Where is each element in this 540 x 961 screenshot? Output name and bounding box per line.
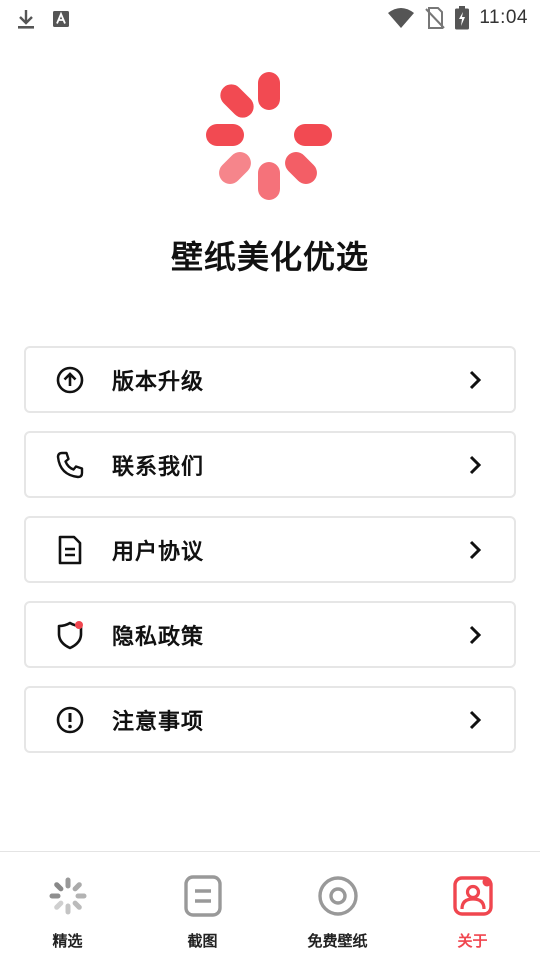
nav-tab-screenshots[interactable]: 截图 xyxy=(135,852,270,961)
status-time: 11:04 xyxy=(479,7,528,28)
nav-tab-free-wallpapers[interactable]: 免费壁纸 xyxy=(270,852,405,961)
chevron-right-icon xyxy=(469,455,482,474)
nav-tab-label: 免费壁纸 xyxy=(307,932,368,950)
spinner-icon xyxy=(49,877,86,915)
alert-circle-icon xyxy=(56,706,84,733)
chevron-right-icon xyxy=(469,710,482,729)
battery-charging-icon xyxy=(455,6,470,30)
menu-item-version-update[interactable]: 版本升级 xyxy=(24,346,516,413)
disc-icon xyxy=(317,876,358,916)
spinner-logo-icon xyxy=(206,72,332,200)
chevron-right-icon xyxy=(469,370,482,389)
nav-tab-label: 截图 xyxy=(187,932,218,950)
chevron-right-icon xyxy=(469,540,482,559)
menu-item-label: 注意事项 xyxy=(112,709,205,735)
menu-item-notes[interactable]: 注意事项 xyxy=(24,686,516,753)
phone-icon xyxy=(56,451,84,478)
chevron-right-icon xyxy=(469,625,482,644)
menu-item-privacy-policy[interactable]: 隐私政策 xyxy=(24,601,516,668)
document-icon xyxy=(58,535,82,564)
download-icon xyxy=(18,10,34,29)
wifi-icon xyxy=(388,8,415,28)
app-title: 壁纸美化优选 xyxy=(170,238,369,276)
menu-item-label: 版本升级 xyxy=(112,369,205,395)
list-box-icon xyxy=(183,875,222,917)
font-a-icon xyxy=(53,11,69,27)
status-bar: 11:04 xyxy=(0,0,540,36)
nav-tab-label: 精选 xyxy=(52,932,83,950)
nav-tab-label: 关于 xyxy=(457,932,488,950)
menu-item-label: 隐私政策 xyxy=(112,624,205,650)
menu-item-label: 联系我们 xyxy=(112,454,205,480)
menu-item-contact-us[interactable]: 联系我们 xyxy=(24,431,516,498)
arrow-up-circle-icon xyxy=(56,366,84,393)
menu-item-user-agreement[interactable]: 用户协议 xyxy=(24,516,516,583)
profile-icon xyxy=(452,876,493,916)
settings-menu: 版本升级 联系我们 用户协议 隐私政策 注意事项 xyxy=(24,346,516,771)
no-sim-icon xyxy=(425,7,446,29)
bottom-nav: 精选 截图 免费壁纸 关于 xyxy=(0,851,540,961)
menu-item-label: 用户协议 xyxy=(112,539,205,565)
shield-icon xyxy=(57,620,83,649)
nav-tab-featured[interactable]: 精选 xyxy=(0,852,135,961)
nav-tab-about[interactable]: 关于 xyxy=(405,852,540,961)
